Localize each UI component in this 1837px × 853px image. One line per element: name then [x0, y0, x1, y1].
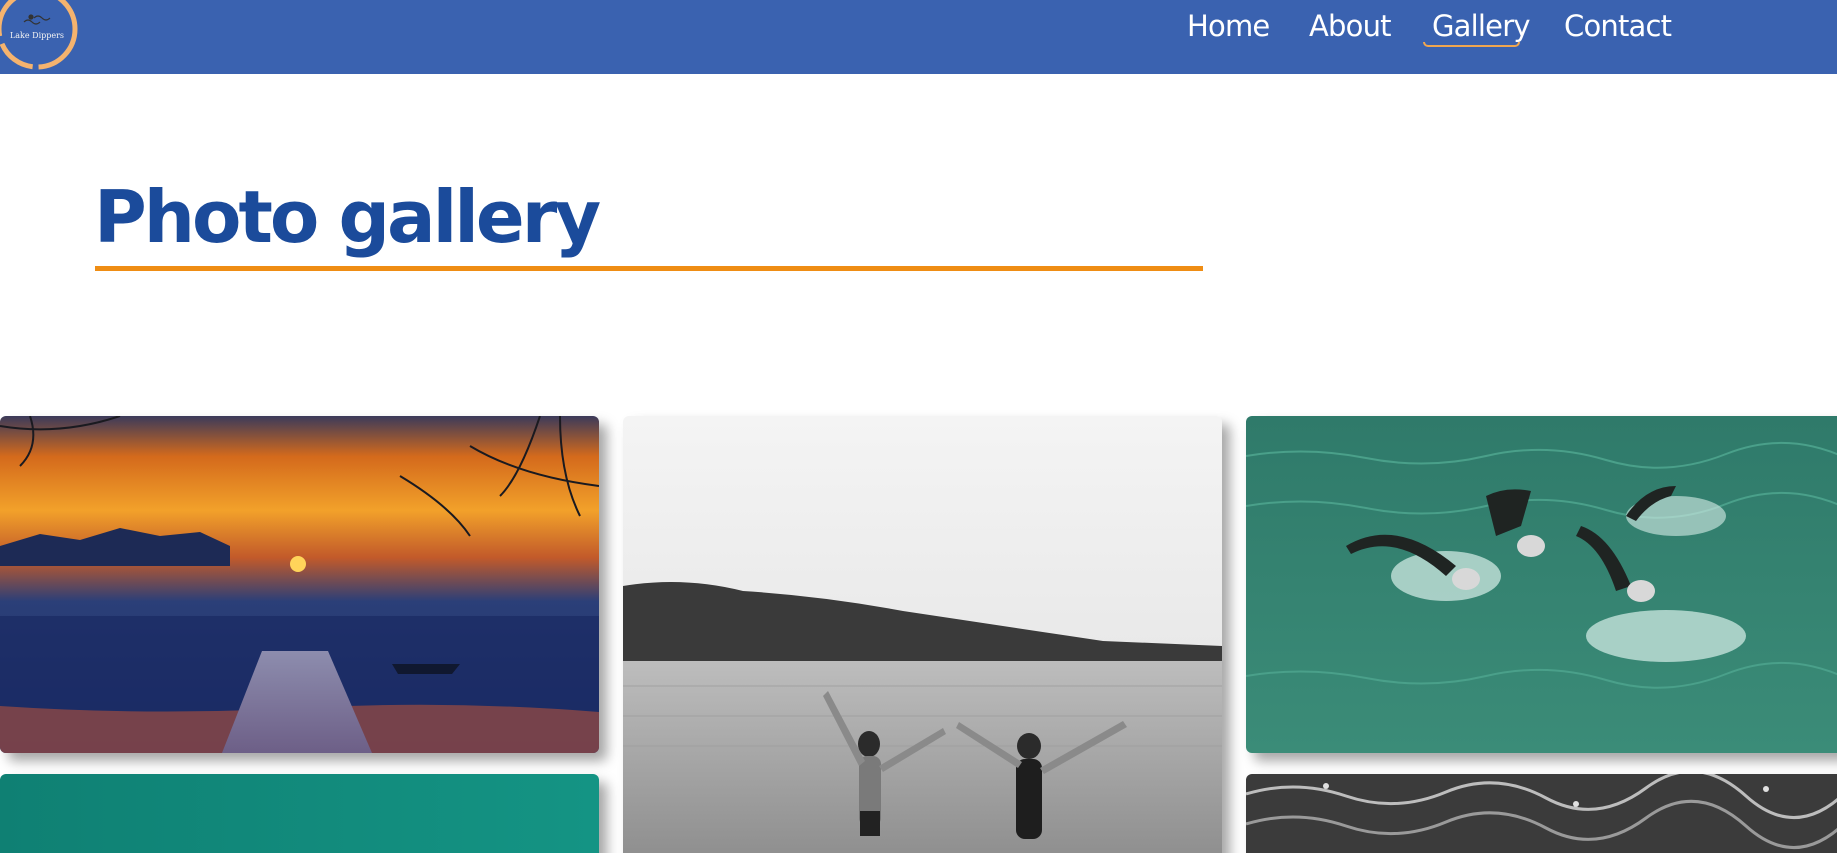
nav-gallery[interactable]: Gallery [1432, 8, 1530, 44]
gallery-photo-sunset[interactable] [0, 416, 599, 753]
gallery-photo-teal-water[interactable] [0, 774, 599, 853]
nav-about[interactable]: About [1309, 8, 1392, 44]
nav-contact[interactable]: Contact [1564, 8, 1672, 44]
site-header: Lake Dippers Home About Gallery Contact [0, 0, 1837, 74]
logo-badge: Lake Dippers [0, 0, 78, 70]
site-logo[interactable]: Lake Dippers [0, 0, 80, 72]
gallery-photo-open-water-swim[interactable] [1246, 416, 1837, 753]
title-underline [95, 266, 1203, 271]
nav-home[interactable]: Home [1187, 8, 1270, 44]
page-title: Photo gallery [94, 175, 601, 259]
gallery-photo-dark-water[interactable] [1246, 774, 1837, 853]
nav-active-indicator [1423, 42, 1520, 47]
logo-text: Lake Dippers [10, 31, 64, 40]
gallery-photo-swimmers-bw[interactable] [623, 416, 1222, 853]
